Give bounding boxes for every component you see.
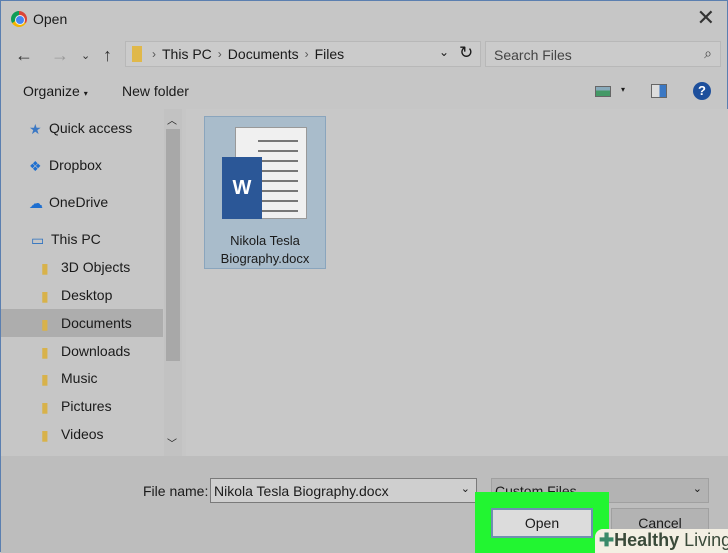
- view-options-icon[interactable]: [595, 86, 611, 97]
- organize-button[interactable]: Organize ▾: [23, 83, 88, 99]
- chevron-right-icon: ›: [304, 47, 309, 61]
- chrome-icon: [11, 11, 27, 27]
- word-icon: W: [222, 157, 262, 219]
- preview-pane-icon[interactable]: [651, 84, 667, 98]
- sidebar-item-label: Quick access: [49, 120, 133, 136]
- title-bar: Open: [11, 9, 67, 29]
- scroll-up-icon[interactable]: ︿: [167, 112, 177, 127]
- scrollbar-thumb[interactable]: [166, 129, 180, 361]
- view-dropdown[interactable]: ▾: [621, 85, 625, 94]
- sidebar-item-3d-objects[interactable]: ▮ 3D Objects: [1, 253, 163, 281]
- sidebar-item-label: Videos: [61, 426, 104, 442]
- window-title: Open: [33, 11, 68, 27]
- star-icon: ★: [29, 121, 42, 137]
- sidebar-item-quick-access[interactable]: ★ Quick access: [1, 114, 163, 142]
- folder-icon: ▮: [41, 427, 49, 443]
- sidebar-item-label: Music: [61, 370, 98, 386]
- file-item[interactable]: W Nikola Tesla Biography.docx: [204, 116, 326, 269]
- recent-dropdown[interactable]: ⌄: [81, 49, 90, 62]
- sidebar-item-pictures[interactable]: ▮ Pictures: [1, 392, 163, 420]
- sidebar-item-onedrive[interactable]: ☁ OneDrive: [1, 188, 163, 216]
- folder-icon: ▮: [41, 316, 49, 332]
- search-placeholder: Search Files: [494, 47, 572, 63]
- breadcrumb-this-pc[interactable]: This PC: [162, 46, 212, 62]
- sidebar-item-label: Downloads: [61, 343, 131, 359]
- folder-icon: ▮: [41, 399, 49, 415]
- cloud-icon: ☁: [29, 195, 43, 211]
- up-button[interactable]: ↑: [103, 45, 112, 66]
- folder-icon: ▮: [41, 288, 49, 304]
- breadcrumb-files[interactable]: Files: [315, 46, 345, 62]
- sidebar-item-this-pc[interactable]: ▭ This PC: [1, 225, 163, 253]
- dropbox-icon: ❖: [29, 158, 42, 174]
- organize-label: Organize: [23, 83, 80, 99]
- chevron-down-icon: ⌄: [692, 483, 702, 495]
- sidebar-item-documents[interactable]: ▮ Documents: [1, 309, 163, 337]
- breadcrumb-documents[interactable]: Documents: [228, 46, 299, 62]
- search-input[interactable]: Search Files ⌕: [485, 41, 721, 67]
- watermark-logo: ✚Healthy Living: [595, 529, 728, 553]
- folder-icon: ▮: [41, 260, 49, 276]
- chevron-down-icon[interactable]: ⌄: [461, 482, 470, 495]
- file-name-label: File name:: [143, 483, 209, 499]
- sidebar-item-label: This PC: [51, 231, 101, 247]
- search-icon: ⌕: [704, 45, 712, 61]
- file-name: Nikola Tesla Biography.docx: [220, 233, 310, 266]
- sidebar-item-dropbox[interactable]: ❖ Dropbox: [1, 151, 163, 179]
- navigation-pane: ★ Quick access ❖ Dropbox ☁ OneDrive ▭ This PC ▮ 3…: [1, 109, 182, 456]
- sidebar-item-label: Dropbox: [49, 157, 102, 173]
- folder-icon: ▮: [41, 344, 49, 360]
- computer-icon: ▭: [31, 232, 45, 248]
- folder-icon: [132, 46, 142, 62]
- sidebar-item-downloads[interactable]: ▮ Downloads: [1, 337, 163, 365]
- sidebar-item-label: OneDrive: [49, 194, 109, 210]
- open-dialog: Open ✕ ← → ⌄ ↑ › This PC › Documents › F…: [0, 0, 728, 553]
- sidebar-item-label: Desktop: [61, 287, 113, 303]
- sidebar-item-desktop[interactable]: ▮ Desktop: [1, 281, 163, 309]
- folder-icon: ▮: [41, 371, 49, 387]
- sidebar-item-label: Pictures: [61, 398, 112, 414]
- sidebar-item-label: Documents: [61, 315, 132, 331]
- back-button[interactable]: ←: [15, 45, 33, 66]
- forward-button[interactable]: →: [51, 45, 69, 66]
- sidebar-item-music[interactable]: ▮ Music: [1, 364, 163, 392]
- open-button[interactable]: Open: [491, 508, 593, 538]
- scroll-down-icon[interactable]: ﹀: [167, 435, 177, 450]
- help-icon[interactable]: ?: [693, 82, 711, 100]
- refresh-button[interactable]: ↻: [459, 43, 473, 63]
- close-button[interactable]: ✕: [697, 5, 715, 31]
- file-name-input[interactable]: Nikola Tesla Biography.docx ⌄: [210, 478, 477, 503]
- chevron-right-icon: ›: [217, 47, 222, 61]
- address-bar[interactable]: › This PC › Documents › Files: [125, 41, 481, 67]
- file-name-value: Nikola Tesla Biography.docx: [214, 483, 389, 499]
- sidebar-item-videos[interactable]: ▮ Videos: [1, 420, 163, 448]
- new-folder-button[interactable]: New folder: [122, 83, 189, 99]
- address-dropdown[interactable]: ⌄: [439, 45, 449, 59]
- sidebar-item-label: 3D Objects: [61, 259, 131, 275]
- chevron-right-icon: ›: [152, 47, 156, 61]
